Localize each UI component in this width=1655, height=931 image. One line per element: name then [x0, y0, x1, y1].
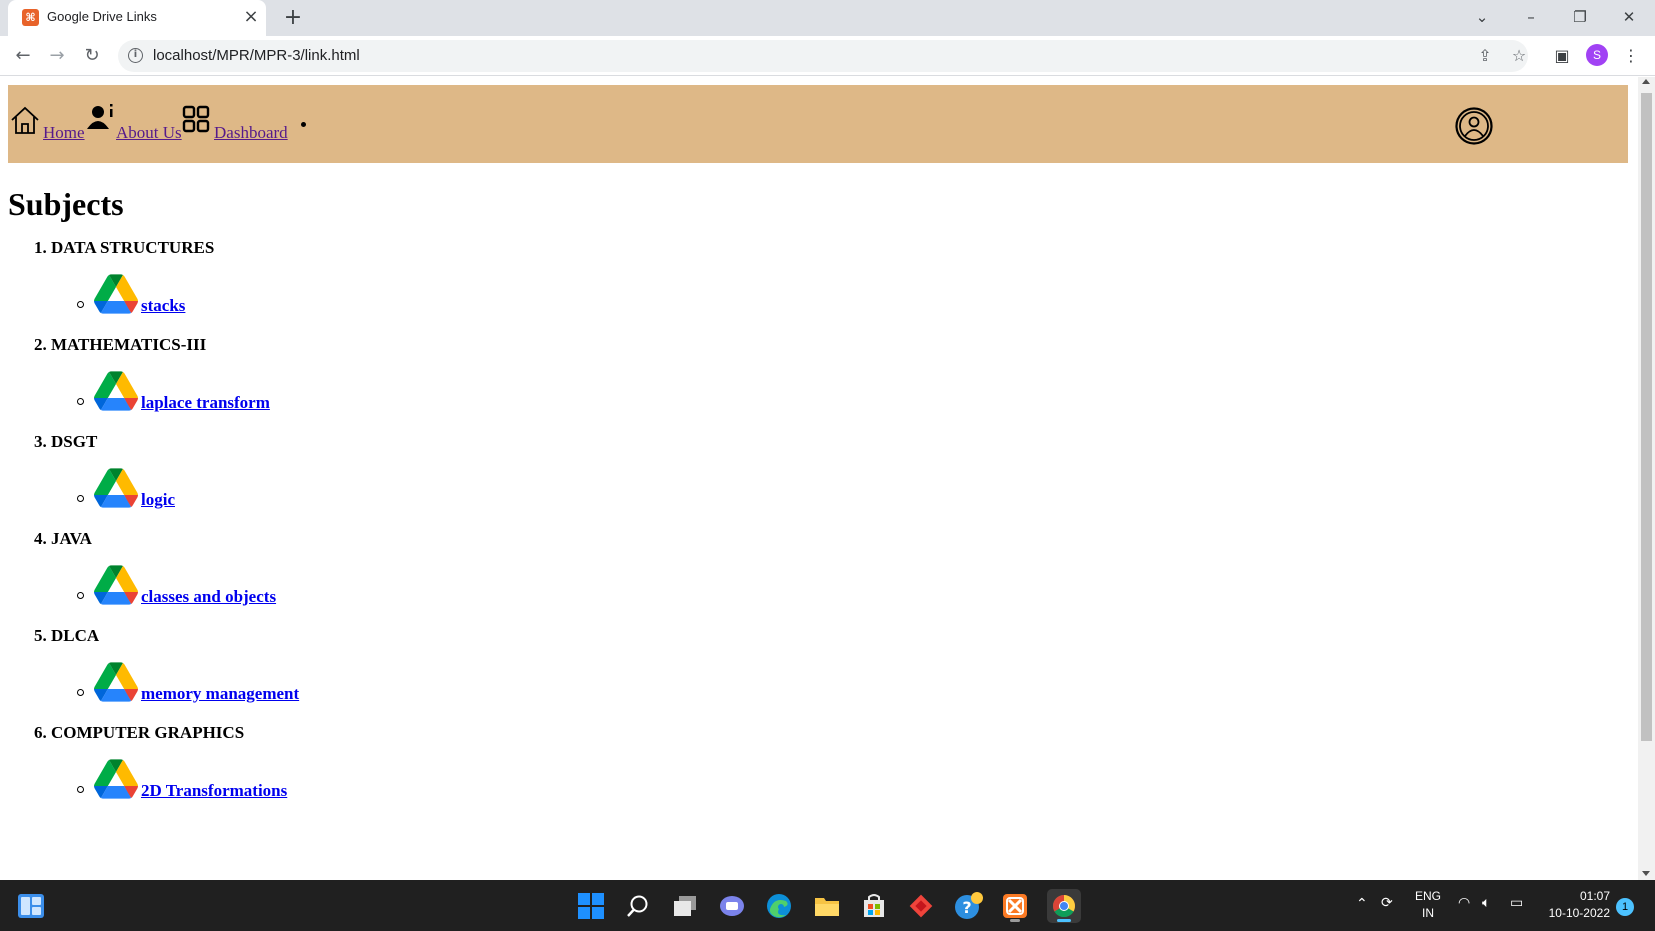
drive-link[interactable]: memory management	[141, 684, 299, 704]
user-info-icon[interactable]	[86, 103, 116, 133]
windows-logo-icon	[578, 893, 604, 919]
browser-tab[interactable]: ⌘ Google Drive Links ×	[8, 0, 266, 36]
browser-tabstrip: ⌘ Google Drive Links × + ⌄ – ❐ ✕	[0, 0, 1655, 36]
share-icon[interactable]: ⇪	[1474, 45, 1496, 67]
drive-link[interactable]: laplace transform	[141, 393, 270, 413]
subject-heading: 1. DATA STRUCTURES	[34, 238, 215, 257]
list-bullet	[77, 592, 84, 599]
home-icon[interactable]	[10, 105, 40, 135]
back-button[interactable]: ←	[9, 42, 37, 70]
browser-toolbar: ← → ↻ i localhost/MPR/MPR-3/link.html ⇪ …	[0, 36, 1655, 76]
clock-date[interactable]: 10-10-2022	[1540, 906, 1610, 920]
show-hidden-icons-chevron-icon[interactable]: ⌃	[1356, 896, 1368, 912]
xampp-icon	[1003, 894, 1027, 918]
subject-heading: 5. DLCA	[34, 626, 100, 645]
xampp-favicon-icon: ⌘	[22, 9, 39, 26]
file-explorer-button[interactable]	[810, 889, 844, 923]
scroll-thumb[interactable]	[1641, 93, 1652, 741]
anydesk-button[interactable]	[904, 889, 938, 923]
google-drive-icon[interactable]	[94, 468, 138, 508]
wifi-icon[interactable]: ◠	[1458, 895, 1470, 911]
tab-title: Google Drive Links	[47, 9, 157, 24]
nav-about-link[interactable]: About Us	[116, 123, 182, 143]
page-scrollbar[interactable]	[1638, 77, 1655, 880]
notification-badge[interactable]: 1	[1616, 898, 1634, 916]
side-panel-icon[interactable]: ▣	[1548, 42, 1576, 70]
profile-avatar[interactable]: S	[1586, 44, 1608, 66]
get-help-button[interactable]: ?	[951, 889, 985, 923]
volume-icon[interactable]: 🔈︎	[1482, 895, 1490, 911]
reload-button[interactable]: ↻	[78, 42, 106, 70]
scroll-down-arrow-icon[interactable]	[1642, 871, 1650, 876]
page-title: Subjects	[8, 186, 124, 222]
task-view-icon	[674, 896, 696, 916]
list-bullet	[77, 398, 84, 405]
nav-home-link[interactable]: Home	[43, 123, 85, 143]
start-button[interactable]	[574, 889, 608, 923]
drive-link[interactable]: stacks	[141, 296, 185, 316]
list-bullet	[77, 495, 84, 502]
edge-button[interactable]	[762, 889, 796, 923]
task-view-button[interactable]	[668, 889, 702, 923]
edge-browser-icon	[767, 894, 791, 918]
google-drive-icon[interactable]	[94, 662, 138, 702]
clock-time[interactable]: 01:07	[1540, 889, 1610, 903]
chrome-icon	[1053, 895, 1075, 917]
account-circle-icon[interactable]	[1455, 107, 1493, 145]
dashboard-icon[interactable]	[182, 105, 210, 133]
store-icon	[864, 894, 884, 917]
search-button[interactable]	[621, 889, 655, 923]
list-bullet	[77, 301, 84, 308]
url-text[interactable]: localhost/MPR/MPR-3/link.html	[153, 47, 360, 64]
google-drive-icon[interactable]	[94, 371, 138, 411]
address-bar[interactable]: i localhost/MPR/MPR-3/link.html ⇪ ☆	[118, 40, 1528, 72]
windows-taskbar: ? ⌃ ⟳ ENG IN ◠ 🔈︎ ▭ 01:07 10-10-2022 1	[0, 880, 1655, 931]
subject-heading: 4. JAVA	[34, 529, 92, 548]
drive-link[interactable]: logic	[141, 490, 175, 510]
site-navbar: Home About Us Dashboard	[8, 85, 1628, 163]
subject-heading: 6. COMPUTER GRAPHICS	[34, 723, 245, 742]
google-drive-icon[interactable]	[94, 759, 138, 799]
drive-link[interactable]: 2D Transformations	[141, 781, 287, 801]
close-tab-icon[interactable]: ×	[240, 6, 262, 28]
list-bullet	[77, 786, 84, 793]
anydesk-icon	[909, 894, 933, 918]
widgets-icon[interactable]	[18, 894, 44, 918]
forward-button[interactable]: →	[43, 42, 71, 70]
chat-button[interactable]	[715, 889, 749, 923]
tab-search-icon[interactable]: ⌄	[1468, 4, 1496, 30]
active-indicator	[1057, 919, 1071, 922]
help-icon: ?	[955, 892, 983, 919]
minimize-button[interactable]: –	[1517, 4, 1545, 30]
subject-heading: 3. DSGT	[34, 432, 98, 451]
folder-icon	[815, 898, 839, 916]
chrome-button[interactable]	[1047, 889, 1081, 923]
microsoft-store-button[interactable]	[857, 889, 891, 923]
more-menu-icon[interactable]: ⋮	[1617, 42, 1645, 70]
svg-text:?: ?	[962, 898, 971, 917]
sync-icon[interactable]: ⟳	[1381, 895, 1393, 911]
list-dot	[301, 122, 306, 127]
google-drive-icon[interactable]	[94, 565, 138, 605]
site-info-icon[interactable]: i	[128, 48, 143, 63]
google-drive-icon[interactable]	[94, 274, 138, 314]
chat-icon	[720, 896, 744, 916]
search-icon	[627, 895, 648, 917]
battery-icon[interactable]: ▭	[1510, 895, 1523, 911]
subject-heading: 2. MATHEMATICS-III	[34, 335, 207, 354]
running-indicator	[1010, 919, 1020, 922]
scroll-up-arrow-icon[interactable]	[1642, 79, 1650, 84]
language-code[interactable]: ENG	[1412, 889, 1444, 903]
language-region[interactable]: IN	[1412, 906, 1444, 920]
nav-dashboard-link[interactable]: Dashboard	[214, 123, 288, 143]
xampp-button[interactable]	[998, 889, 1032, 923]
bookmark-star-icon[interactable]: ☆	[1508, 45, 1530, 67]
page-viewport: Home About Us Dashboard Subjects 1. DATA…	[0, 77, 1638, 880]
list-bullet	[77, 689, 84, 696]
new-tab-button[interactable]: +	[280, 5, 306, 31]
restore-button[interactable]: ❐	[1566, 4, 1594, 30]
close-window-button[interactable]: ✕	[1615, 4, 1643, 30]
drive-link[interactable]: classes and objects	[141, 587, 276, 607]
